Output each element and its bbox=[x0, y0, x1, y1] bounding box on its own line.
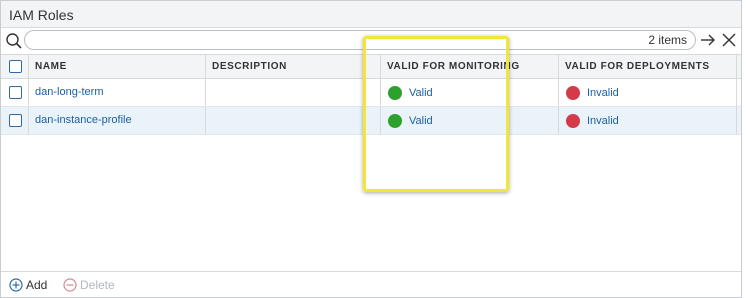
iam-roles-panel: IAM Roles 2 items NAME DESCRIPTION VALID… bbox=[0, 0, 742, 298]
role-name-link[interactable]: dan-instance-profile bbox=[29, 114, 132, 126]
role-description bbox=[206, 114, 212, 126]
monitoring-status-link[interactable]: Valid bbox=[409, 115, 433, 127]
description-cell bbox=[206, 79, 381, 106]
delete-button-label: Delete bbox=[80, 278, 115, 292]
search-icon[interactable] bbox=[5, 32, 23, 50]
deployments-status-cell: Invalid bbox=[559, 79, 737, 106]
select-all-cell bbox=[1, 55, 29, 78]
roles-table: NAME DESCRIPTION VALID FOR MONITORING VA… bbox=[1, 54, 741, 135]
column-header-description[interactable]: DESCRIPTION bbox=[206, 55, 381, 78]
column-header-valid-for-monitoring[interactable]: VALID FOR MONITORING bbox=[381, 55, 559, 78]
row-checkbox[interactable] bbox=[9, 86, 22, 99]
deployments-status-link[interactable]: Invalid bbox=[587, 115, 619, 127]
delete-button[interactable]: Delete bbox=[63, 278, 115, 292]
row-select-cell bbox=[1, 107, 29, 134]
add-button-label: Add bbox=[26, 278, 48, 292]
panel-title: IAM Roles bbox=[9, 7, 74, 23]
panel-footer: Add Delete bbox=[1, 271, 741, 297]
invalid-status-icon bbox=[566, 113, 580, 128]
row-select-cell bbox=[1, 79, 29, 106]
deployments-status-cell: Invalid bbox=[559, 107, 737, 134]
role-name-link[interactable]: dan-long-term bbox=[29, 86, 103, 98]
close-icon[interactable] bbox=[721, 32, 737, 48]
monitoring-status-cell: Valid bbox=[381, 107, 559, 134]
monitoring-status-link[interactable]: Valid bbox=[409, 87, 433, 99]
table-header: NAME DESCRIPTION VALID FOR MONITORING VA… bbox=[1, 54, 741, 79]
search-bar: 2 items bbox=[1, 28, 741, 54]
row-checkbox[interactable] bbox=[9, 114, 22, 127]
minus-circle-icon bbox=[63, 278, 77, 292]
search-input[interactable] bbox=[24, 30, 696, 50]
monitoring-status-cell: Valid bbox=[381, 79, 559, 106]
add-button[interactable]: Add bbox=[9, 278, 47, 292]
name-cell: dan-long-term bbox=[29, 79, 206, 106]
panel-header: IAM Roles bbox=[1, 1, 741, 28]
table-row[interactable]: dan-long-term Valid Invalid bbox=[1, 79, 741, 107]
role-description bbox=[206, 86, 212, 98]
items-count: 2 items bbox=[648, 33, 687, 47]
valid-status-icon bbox=[388, 113, 402, 128]
column-header-valid-for-deployments[interactable]: VALID FOR DEPLOYMENTS bbox=[559, 55, 737, 78]
column-header-name[interactable]: NAME bbox=[29, 55, 206, 78]
deployments-status-link[interactable]: Invalid bbox=[587, 87, 619, 99]
invalid-status-icon bbox=[566, 85, 580, 100]
name-cell: dan-instance-profile bbox=[29, 107, 206, 134]
valid-status-icon bbox=[388, 85, 402, 100]
select-all-checkbox[interactable] bbox=[9, 60, 22, 73]
table-row[interactable]: dan-instance-profile Valid Invalid bbox=[1, 107, 741, 135]
description-cell bbox=[206, 107, 381, 134]
arrow-right-icon[interactable] bbox=[700, 32, 716, 48]
plus-circle-icon bbox=[9, 278, 23, 292]
